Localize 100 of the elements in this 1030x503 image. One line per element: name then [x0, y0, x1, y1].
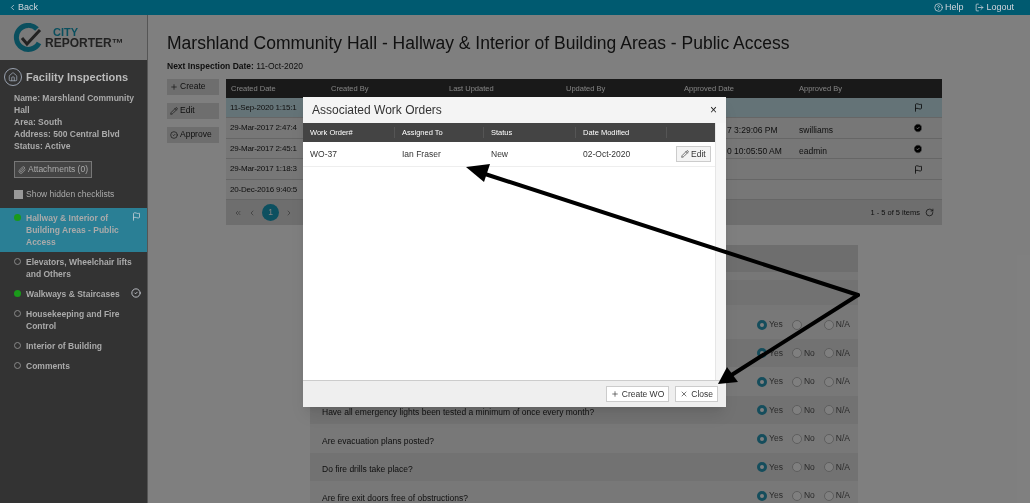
page-title: Marshland Community Hall - Hallway & Interior of Building Areas - Public Access — [167, 32, 791, 54]
table-cell-text: 02-Oct-2020 — [582, 147, 632, 161]
action-button[interactable]: Edit — [167, 102, 219, 119]
radio-button[interactable] — [791, 348, 802, 358]
facility-detail: Area: South — [14, 116, 64, 128]
plus-icon — [610, 390, 619, 398]
radio-option[interactable]: No — [791, 460, 815, 474]
checklist-label: Interior of Building — [26, 339, 104, 352]
radio-button[interactable] — [757, 433, 768, 444]
checklist-item[interactable]: Hallway & Interior of Building Areas - Public Access — [0, 207, 147, 252]
radio-button[interactable] — [791, 376, 802, 387]
facility-detail: Status: Active — [14, 140, 72, 152]
radio-button[interactable] — [757, 490, 768, 501]
radio-button[interactable] — [791, 433, 802, 444]
close-icon — [680, 390, 689, 398]
help-link[interactable]: Help — [933, 0, 964, 15]
radio-button[interactable] — [757, 348, 768, 358]
first-page-icon[interactable] — [234, 208, 242, 217]
radio-option[interactable]: Yes — [757, 489, 783, 502]
refresh-icon[interactable] — [925, 208, 934, 218]
dialog-title: Associated Work Orders — [312, 102, 442, 119]
back-link[interactable]: Back — [8, 0, 38, 15]
attachments-button[interactable]: Attachments (0) — [14, 161, 92, 178]
radio-option[interactable]: No — [791, 403, 815, 417]
checklist-item[interactable]: Interior of Building — [0, 335, 147, 356]
radio-option[interactable]: Yes — [756, 318, 783, 331]
radio-button[interactable] — [823, 462, 834, 472]
action-button[interactable]: Approve — [167, 126, 219, 143]
radio-button[interactable] — [791, 405, 802, 415]
checklist-label: Comments — [26, 359, 71, 372]
radio-option[interactable]: N/A — [823, 346, 850, 360]
radio-option[interactable]: Yes — [757, 403, 783, 417]
radio-option[interactable]: N/A — [823, 318, 850, 331]
help-icon — [933, 3, 943, 12]
plus-icon — [170, 82, 178, 91]
checklist-item[interactable]: Comments — [0, 355, 147, 376]
radio-button[interactable] — [757, 376, 768, 387]
checkbox-label: Show hidden checklists — [26, 188, 115, 201]
paperclip-icon — [18, 165, 26, 174]
pencil-icon — [170, 106, 178, 115]
radio-button[interactable] — [823, 348, 834, 358]
logo-text: REPORTER™ — [45, 37, 124, 49]
radio-button[interactable] — [791, 319, 802, 330]
checklist-item[interactable]: Elevators, Wheelchair lifts and Others — [0, 251, 147, 284]
radio-option[interactable]: No — [791, 432, 815, 445]
radio-option[interactable]: Yes — [757, 432, 783, 445]
dialog-button[interactable]: Close — [675, 386, 718, 402]
logo-text: CITY — [52, 26, 80, 38]
radio-button[interactable] — [823, 319, 834, 330]
pencil-icon — [681, 150, 689, 158]
table-cell: 29-Mar-2017 2:45:1 — [230, 142, 297, 155]
radio-option[interactable]: N/A — [823, 489, 850, 502]
radio-option[interactable]: No — [791, 375, 815, 388]
radio-option[interactable]: N/A — [823, 460, 850, 474]
radio-button[interactable] — [823, 405, 834, 415]
checklist-item[interactable]: Walkways & Staircases — [0, 283, 147, 304]
radio-button[interactable] — [823, 490, 834, 501]
previous-page-icon[interactable] — [248, 208, 256, 217]
logout-link[interactable]: Logout — [975, 0, 1014, 15]
radio-option[interactable]: Yes — [757, 375, 783, 388]
table-cell: 7 3:29:06 PM — [727, 125, 778, 135]
table-cell: 20-Dec-2016 9:40:5 — [230, 183, 298, 196]
action-button[interactable]: Create — [167, 78, 219, 95]
next-page-icon[interactable] — [285, 208, 293, 217]
table-cell: 11-Sep-2020 1:15:1 — [230, 101, 297, 114]
radio-option[interactable]: No — [791, 346, 815, 360]
checkbox[interactable] — [14, 189, 23, 199]
radio-button[interactable] — [823, 433, 834, 444]
check-circle-icon — [170, 130, 178, 139]
page-number[interactable]: 1 — [262, 204, 279, 222]
radio-option[interactable]: No — [791, 489, 815, 502]
checklist-question: Have all emergency lights been tested a minimum of once every month? — [322, 407, 595, 417]
edit-button[interactable]: Edit — [676, 146, 711, 162]
table-cell: 0 10:05:50 AM — [727, 145, 782, 156]
close-button[interactable]: × — [710, 104, 717, 116]
facility-detail: Name: Marshland Community Hall — [14, 92, 135, 116]
chevron-left-icon — [8, 3, 17, 12]
table-cell-text: Ian Fraser — [401, 147, 442, 161]
facility-detail: Address: 500 Central Blvd — [14, 128, 121, 140]
radio-option[interactable]: N/A — [823, 432, 850, 445]
radio-option[interactable]: Yes — [757, 460, 783, 474]
radio-button[interactable] — [756, 319, 767, 330]
sidebar-heading: Facility Inspections — [26, 69, 129, 85]
radio-button[interactable] — [791, 462, 802, 472]
checklist-question: Do fire drills take place? — [322, 464, 413, 474]
table-cell: swilliams — [799, 125, 833, 135]
dialog-button[interactable]: Create WO — [605, 386, 670, 402]
checklist-item[interactable]: Housekeeping and Fire Control — [0, 303, 147, 336]
radio-option[interactable]: N/A — [823, 375, 850, 388]
radio-button[interactable] — [757, 405, 768, 415]
radio-button[interactable] — [791, 490, 802, 501]
radio-option[interactable]: N/A — [823, 403, 850, 417]
radio-button[interactable] — [823, 376, 834, 387]
checklist-question: Are evacuation plans posted? — [322, 435, 434, 446]
checklist-label: Walkways & Staircases — [26, 287, 121, 300]
checklist-label: Hallway & Interior of Building Areas - Public Access — [26, 211, 120, 248]
radio-button[interactable] — [757, 462, 768, 472]
table-cell: eadmin — [799, 145, 827, 156]
checklist-question: Are fire exit doors free of obstructions? — [322, 492, 468, 503]
logo-check-icon — [13, 22, 43, 53]
